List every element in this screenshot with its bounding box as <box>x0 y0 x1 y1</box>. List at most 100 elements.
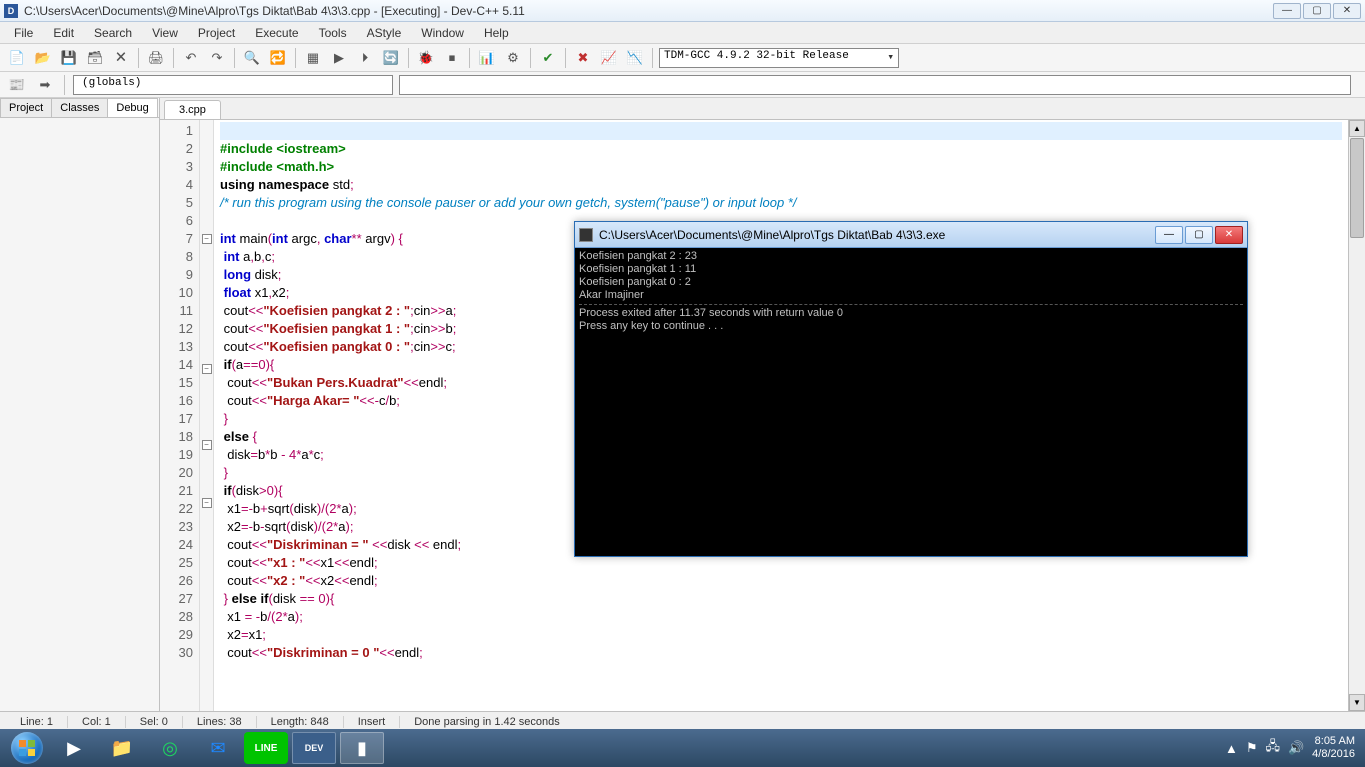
console-titlebar[interactable]: C:\Users\Acer\Documents\@Mine\Alpro\Tgs … <box>575 222 1247 248</box>
undo-button[interactable]: ↶ <box>180 47 202 69</box>
task-devcpp[interactable]: DEV <box>292 732 336 764</box>
maximize-button[interactable]: ▢ <box>1303 3 1331 19</box>
left-tabs: ProjectClassesDebug <box>0 98 159 118</box>
separator <box>173 48 174 68</box>
menu-file[interactable]: File <box>4 24 43 42</box>
separator <box>295 48 296 68</box>
toolbar-globals: 📰 ➡ (globals) <box>0 72 1365 98</box>
title-bar: D C:\Users\Acer\Documents\@Mine\Alpro\Tg… <box>0 0 1365 22</box>
windows-orb-icon <box>11 732 43 764</box>
status-bar: Line: 1 Col: 1 Sel: 0 Lines: 38 Length: … <box>0 711 1365 731</box>
console-window-controls: — ▢ ✕ <box>1155 226 1243 244</box>
task-explorer[interactable]: 📁 <box>100 732 144 764</box>
status-sel: Sel: 0 <box>126 716 183 728</box>
scroll-down-arrow[interactable]: ▼ <box>1349 694 1365 711</box>
redo-button[interactable]: ↷ <box>206 47 228 69</box>
close-file-button[interactable]: 🗙 <box>110 47 132 69</box>
menu-bar: FileEditSearchViewProjectExecuteToolsASt… <box>0 22 1365 44</box>
separator <box>530 48 531 68</box>
fold-toggle[interactable]: − <box>202 234 212 244</box>
rebuild-button[interactable]: 🔄 <box>380 47 402 69</box>
console-close-button[interactable]: ✕ <box>1215 226 1243 244</box>
separator <box>565 48 566 68</box>
console-output[interactable]: Koefisien pangkat 2 : 23Koefisien pangka… <box>575 248 1247 335</box>
left-panel: ProjectClassesDebug <box>0 98 160 711</box>
menu-project[interactable]: Project <box>188 24 245 42</box>
task-messenger[interactable]: ✉ <box>196 732 240 764</box>
find-button[interactable]: 🔍 <box>241 47 263 69</box>
left-tab-project[interactable]: Project <box>0 98 52 117</box>
print-button[interactable]: 🖨 <box>145 47 167 69</box>
scroll-up-arrow[interactable]: ▲ <box>1349 120 1365 137</box>
menu-execute[interactable]: Execute <box>245 24 308 42</box>
chart-button[interactable]: 📈 <box>598 47 620 69</box>
separator <box>138 48 139 68</box>
status-lines: Lines: 38 <box>183 716 257 728</box>
menu-search[interactable]: Search <box>84 24 142 42</box>
profile-button[interactable]: 📊 <box>476 47 498 69</box>
replace-button[interactable]: 🔁 <box>267 47 289 69</box>
check-button[interactable]: ✔ <box>537 47 559 69</box>
vertical-scrollbar[interactable]: ▲ ▼ <box>1348 120 1365 711</box>
new-file-button[interactable]: 📄 <box>6 47 28 69</box>
separator <box>64 75 65 95</box>
task-spotify[interactable]: ◎ <box>148 732 192 764</box>
fold-toggle[interactable]: − <box>202 440 212 450</box>
window-controls: — ▢ ✕ <box>1273 3 1361 19</box>
task-line[interactable]: LINE <box>244 732 288 764</box>
task-console[interactable]: ▮ <box>340 732 384 764</box>
scroll-thumb[interactable] <box>1350 138 1364 238</box>
taskbar[interactable]: ▶ 📁 ◎ ✉ LINE DEV ▮ ▲ ⚑ 🖧 🔊 8:05 AM 4/8/2… <box>0 729 1365 767</box>
left-tab-debug[interactable]: Debug <box>107 98 157 117</box>
tray-clock[interactable]: 8:05 AM 4/8/2016 <box>1312 735 1355 761</box>
debug-button[interactable]: 🐞 <box>415 47 437 69</box>
menu-window[interactable]: Window <box>411 24 474 42</box>
tray-volume-icon[interactable]: 🔊 <box>1288 740 1304 756</box>
minimize-button[interactable]: — <box>1273 3 1301 19</box>
tray-action-center-icon[interactable]: ⚑ <box>1246 740 1258 756</box>
tray-time: 8:05 AM <box>1312 735 1355 748</box>
chart2-button[interactable]: 📉 <box>624 47 646 69</box>
console-maximize-button[interactable]: ▢ <box>1185 226 1213 244</box>
menu-help[interactable]: Help <box>474 24 519 42</box>
system-tray[interactable]: ▲ ⚑ 🖧 🔊 8:05 AM 4/8/2016 <box>1225 735 1361 761</box>
new-project-button[interactable]: 📰 <box>6 74 28 96</box>
stop-button[interactable]: ⏹ <box>441 47 463 69</box>
status-line: Line: 1 <box>6 716 68 728</box>
goto-button[interactable]: ➡ <box>34 74 56 96</box>
file-tab[interactable]: 3.cpp <box>164 100 221 119</box>
tray-date: 4/8/2016 <box>1312 748 1355 761</box>
start-button[interactable] <box>4 731 50 765</box>
save-all-button[interactable]: 🗃 <box>84 47 106 69</box>
file-tabs: 3.cpp <box>160 98 1365 120</box>
menu-tools[interactable]: Tools <box>309 24 357 42</box>
compile-button[interactable]: ▦ <box>302 47 324 69</box>
fold-column[interactable]: − − − − <box>200 120 214 711</box>
delete-button[interactable]: ✖ <box>572 47 594 69</box>
left-tab-classes[interactable]: Classes <box>51 98 108 117</box>
save-button[interactable]: 💾 <box>58 47 80 69</box>
status-mode: Insert <box>344 716 401 728</box>
open-button[interactable]: 📂 <box>32 47 54 69</box>
console-window[interactable]: C:\Users\Acer\Documents\@Mine\Alpro\Tgs … <box>574 221 1248 557</box>
task-media-player[interactable]: ▶ <box>52 732 96 764</box>
menu-astyle[interactable]: AStyle <box>357 24 412 42</box>
tray-flag-icon[interactable]: ▲ <box>1225 741 1238 756</box>
options-button[interactable]: ⚙ <box>502 47 524 69</box>
member-select[interactable] <box>399 75 1351 95</box>
menu-view[interactable]: View <box>142 24 188 42</box>
menu-edit[interactable]: Edit <box>43 24 84 42</box>
close-button[interactable]: ✕ <box>1333 3 1361 19</box>
fold-toggle[interactable]: − <box>202 364 212 374</box>
console-minimize-button[interactable]: — <box>1155 226 1183 244</box>
run-button[interactable]: ▶ <box>328 47 350 69</box>
tray-network-icon[interactable]: 🖧 <box>1265 737 1280 759</box>
fold-toggle[interactable]: − <box>202 498 212 508</box>
line-gutter: 1234567891011121314151617181920212223242… <box>160 120 200 711</box>
scope-select[interactable]: (globals) <box>73 75 393 95</box>
app-icon: D <box>4 4 18 18</box>
compiler-select[interactable]: TDM-GCC 4.9.2 32-bit Release <box>659 48 899 68</box>
compile-run-button[interactable]: ⏵ <box>354 47 376 69</box>
separator <box>234 48 235 68</box>
separator <box>652 48 653 68</box>
